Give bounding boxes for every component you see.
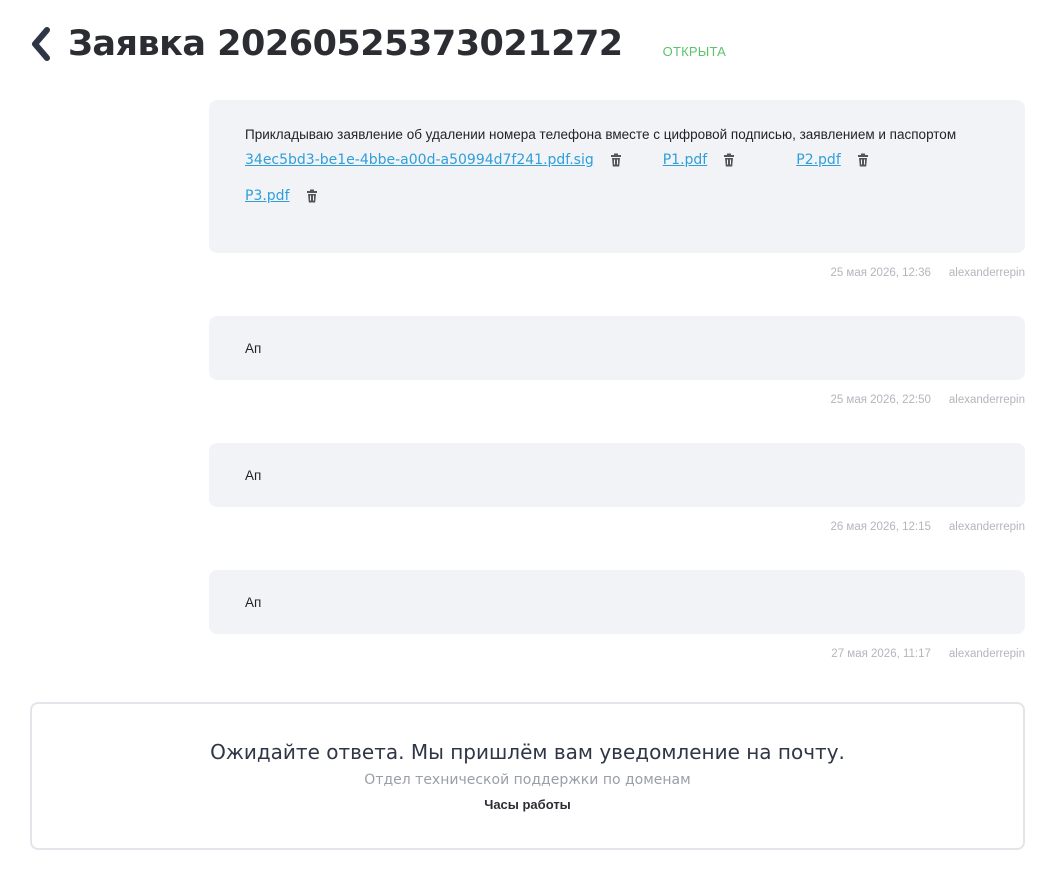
message-meta: 26 мая 2026, 12:15 alexanderrepin [209, 517, 1025, 537]
message-author: alexanderrepin [948, 267, 1025, 279]
attachment-link[interactable]: P2.pdf [796, 152, 841, 168]
message-meta: 25 мая 2026, 22:50 alexanderrepin [209, 390, 1025, 410]
attachment: P1.pdf [663, 150, 737, 170]
trash-icon [610, 153, 621, 167]
attachment-link[interactable]: 34ec5bd3-be1e-4bbe-a00d-a50994d7f241.pdf… [245, 152, 594, 168]
message-text: Ап [245, 594, 262, 610]
attachment-link[interactable]: P1.pdf [663, 152, 708, 168]
message-bubble: Прикладываю заявление об удалении номера… [209, 100, 1025, 253]
trash-icon [857, 153, 868, 167]
message-date: 27 мая 2026, 11:17 [831, 648, 931, 660]
message-bubble: Ап [209, 443, 1025, 507]
delete-attachment-button[interactable] [305, 189, 319, 203]
delete-attachment-button[interactable] [609, 153, 623, 167]
message-bubble: Ап [209, 316, 1025, 380]
status-badge: ОТКРЫТА [662, 43, 727, 59]
message-date: 26 мая 2026, 12:15 [830, 521, 931, 533]
chevron-left-icon [32, 27, 50, 61]
message-author: alexanderrepin [948, 394, 1025, 406]
message-author: alexanderrepin [948, 521, 1025, 533]
trash-icon [306, 189, 317, 203]
trash-icon [724, 153, 735, 167]
page-header: Заявка 20260525373021272 ОТКРЫТА [30, 22, 726, 66]
delete-attachment-button[interactable] [856, 153, 870, 167]
message-date: 25 мая 2026, 12:36 [830, 267, 931, 279]
page-title: Заявка 20260525373021272 [68, 24, 623, 64]
notice-subtitle: Отдел технической поддержки по доменам [364, 772, 691, 788]
message-meta: 27 мая 2026, 11:17 alexanderrepin [209, 644, 1025, 664]
message-text: Прикладываю заявление об удалении номера… [245, 127, 957, 142]
attachment-link[interactable]: P3.pdf [245, 188, 290, 204]
attachment: P2.pdf [796, 150, 870, 170]
message-meta: 25 мая 2026, 12:36 alexanderrepin [209, 263, 1025, 283]
notice-title: Ожидайте ответа. Мы пришлём вам уведомле… [210, 740, 845, 764]
message-date: 25 мая 2026, 22:50 [830, 394, 931, 406]
message-thread: Прикладываю заявление об удалении номера… [209, 100, 1025, 664]
message-bubble: Ап [209, 570, 1025, 634]
attachment: P3.pdf [245, 186, 989, 206]
back-button[interactable] [30, 24, 56, 64]
attachments-list: 34ec5bd3-be1e-4bbe-a00d-a50994d7f241.pdf… [245, 150, 989, 222]
message-author: alexanderrepin [948, 648, 1025, 660]
delete-attachment-button[interactable] [722, 153, 736, 167]
message-text: Ап [245, 340, 262, 356]
attachment: 34ec5bd3-be1e-4bbe-a00d-a50994d7f241.pdf… [245, 150, 623, 170]
message-text: Ап [245, 467, 262, 483]
waiting-notice: Ожидайте ответа. Мы пришлём вам уведомле… [30, 702, 1025, 850]
working-hours-link[interactable]: Часы работы [32, 797, 1023, 812]
